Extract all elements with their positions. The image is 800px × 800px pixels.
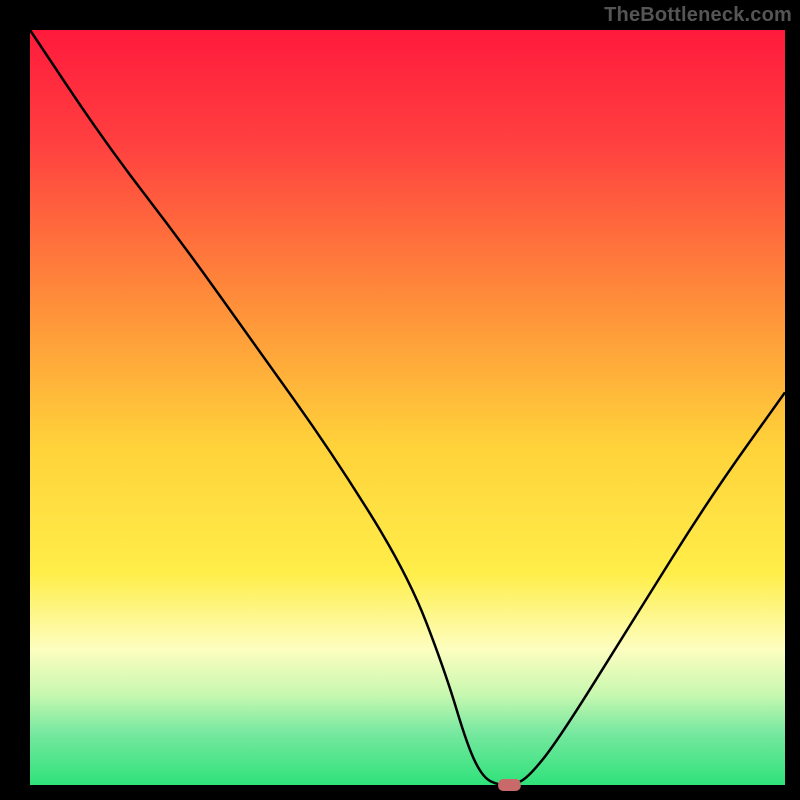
plot-background (30, 30, 785, 785)
chart-frame: TheBottleneck.com (0, 0, 800, 800)
bottleneck-chart (0, 0, 800, 800)
optimum-marker (498, 779, 521, 791)
watermark-text: TheBottleneck.com (604, 4, 792, 27)
